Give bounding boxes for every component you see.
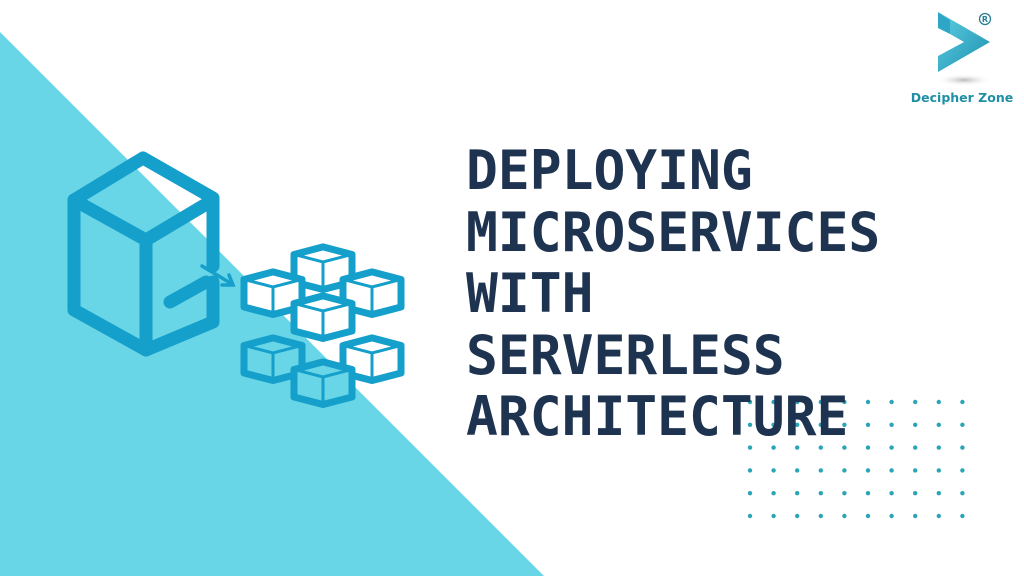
- brand-logo[interactable]: R Decipher Zone: [906, 6, 1018, 110]
- pattern-dot: [889, 445, 894, 450]
- title-line: MICROSERVICES: [466, 200, 881, 264]
- pattern-dot: [795, 491, 800, 496]
- pattern-dot: [795, 468, 800, 473]
- title-line: SERVERLESS: [466, 323, 785, 387]
- pattern-dot: [818, 513, 823, 519]
- pattern-dot: [865, 491, 871, 496]
- pattern-dot: [771, 491, 776, 496]
- pattern-dot: [936, 468, 941, 473]
- pattern-dot: [771, 513, 776, 519]
- small-cube-icon: [290, 292, 356, 343]
- pattern-dot: [842, 513, 847, 519]
- pattern-dot: [889, 422, 894, 427]
- pattern-dot: [747, 491, 753, 496]
- pattern-dot: [889, 491, 894, 496]
- pattern-dot: [913, 399, 918, 405]
- pattern-dot: [865, 468, 871, 473]
- pattern-dot: [842, 468, 847, 473]
- title-line: WITH: [466, 262, 594, 325]
- pattern-dot: [936, 491, 941, 496]
- pattern-dot: [913, 422, 918, 427]
- play-triangle-logo-icon: R: [936, 12, 992, 86]
- pattern-dot: [936, 445, 941, 450]
- pattern-dot: [889, 399, 894, 405]
- page-title: DEPLOYING MICROSERVICES WITH SERVERLESS …: [466, 140, 880, 448]
- pattern-dot: [747, 513, 753, 519]
- pattern-dot: [913, 445, 918, 450]
- pattern-dot: [747, 468, 753, 473]
- pattern-dot: [818, 491, 823, 496]
- small-cube-icon: [290, 358, 356, 409]
- pattern-dot: [795, 513, 800, 519]
- pattern-dot: [913, 468, 918, 473]
- registered-mark: R: [982, 15, 988, 24]
- pattern-dot: [865, 513, 871, 519]
- pattern-dot: [936, 422, 941, 427]
- pattern-dot: [936, 513, 941, 519]
- pattern-dot: [913, 491, 918, 496]
- pattern-dot: [818, 468, 823, 473]
- pattern-dot: [960, 445, 965, 450]
- pattern-dot: [913, 513, 918, 519]
- pattern-dot: [889, 468, 894, 473]
- pattern-dot: [771, 468, 776, 473]
- pattern-dot: [960, 491, 965, 496]
- title-line: ARCHITECTURE: [466, 385, 849, 448]
- pattern-dot: [960, 468, 965, 473]
- title-line: DEPLOYING: [466, 139, 753, 202]
- pattern-dot: [889, 513, 894, 519]
- pattern-dot: [842, 491, 847, 496]
- pattern-dot: [936, 399, 941, 405]
- pattern-dot: [960, 422, 965, 427]
- pattern-dot: [960, 399, 965, 405]
- pattern-dot: [960, 513, 965, 519]
- brand-name: Decipher Zone: [910, 90, 1014, 105]
